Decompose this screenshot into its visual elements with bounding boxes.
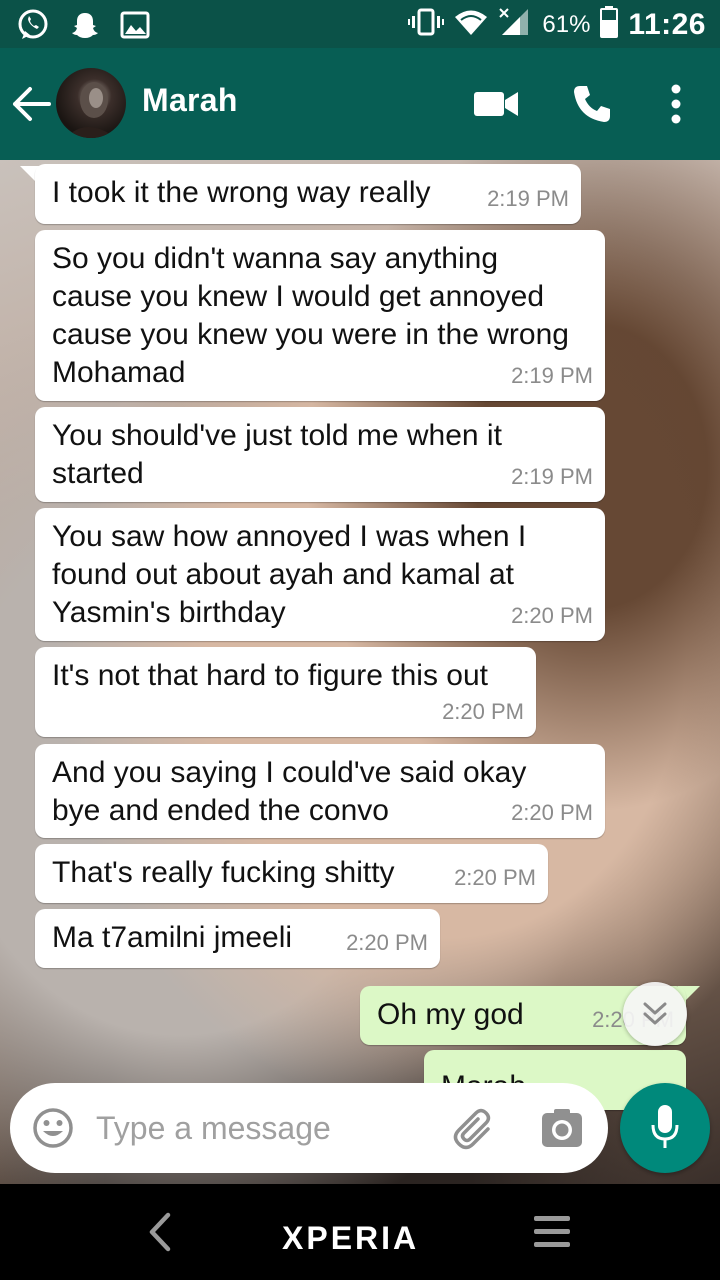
chat-header: Marah [0, 48, 720, 160]
double-chevron-down-icon [641, 1000, 669, 1033]
message-bubble[interactable]: So you didn't wanna say anything cause y… [35, 230, 605, 401]
message-bubble[interactable]: It's not that hard to figure this out 2:… [35, 647, 536, 737]
message-time: 2:19 PM [511, 464, 593, 489]
video-call-icon[interactable] [474, 90, 518, 123]
message-composer [10, 1083, 608, 1173]
message-text: You saw how annoyed I was when I found o… [52, 520, 527, 629]
message-time: 2:20 PM [511, 603, 593, 628]
signal-icon [498, 7, 532, 42]
message-bubble[interactable]: You saw how annoyed I was when I found o… [35, 508, 605, 641]
message-bubble[interactable]: And you saying I could've said okay bye … [35, 744, 605, 838]
nav-menu-icon[interactable] [534, 1216, 570, 1253]
snapchat-icon [70, 10, 100, 45]
message-input[interactable] [96, 1103, 426, 1153]
clock: 11:26 [628, 7, 706, 41]
message-bubble[interactable]: You should've just told me when it start… [35, 407, 605, 502]
message-time: 2:19 PM [511, 363, 593, 388]
more-vert-icon[interactable] [669, 84, 683, 129]
message-time: 2:20 PM [442, 699, 524, 724]
message-text: So you didn't wanna say anything cause y… [52, 242, 569, 389]
phone-icon[interactable] [572, 84, 612, 129]
mic-icon [651, 1105, 679, 1156]
system-nav-bar: XPERIA [0, 1184, 720, 1280]
scroll-to-bottom-button[interactable] [623, 982, 687, 1046]
emoji-icon[interactable] [32, 1107, 74, 1154]
attach-icon[interactable] [452, 1107, 496, 1156]
status-bar: 61% 11:26 [0, 0, 720, 48]
back-arrow-icon[interactable] [12, 86, 52, 122]
contact-name[interactable]: Marah [142, 82, 238, 119]
message-time: 2:20 PM [454, 865, 536, 890]
message-time: 2:20 PM [511, 800, 593, 825]
camera-icon[interactable] [542, 1109, 582, 1152]
battery-icon [600, 6, 619, 43]
message-bubble[interactable]: I took it the wrong way really 2:19 PM [35, 164, 581, 224]
message-text: And you saying I could've said okay bye … [52, 756, 527, 827]
avatar[interactable] [56, 68, 126, 138]
whatsapp-icon [16, 8, 50, 47]
message-time: 2:19 PM [487, 186, 569, 211]
gallery-icon [120, 10, 150, 45]
message-text: It's not that hard to figure this out [52, 659, 488, 692]
brand-logo: XPERIA [282, 1220, 420, 1256]
wifi-icon [454, 8, 488, 41]
chat-area[interactable]: I took it the wrong way really 2:19 PM S… [0, 160, 720, 1184]
message-bubble[interactable]: Ma t7amilni jmeeli 2:20 PM [35, 909, 440, 968]
message-text: You should've just told me when it start… [52, 419, 502, 490]
message-time: 2:20 PM [346, 930, 428, 955]
message-bubble[interactable]: That's really fucking shitty 2:20 PM [35, 844, 548, 903]
vibrate-icon [408, 7, 445, 42]
mic-button[interactable] [620, 1083, 710, 1173]
battery-percent: 61% [542, 10, 591, 38]
nav-back-icon[interactable] [148, 1212, 172, 1257]
